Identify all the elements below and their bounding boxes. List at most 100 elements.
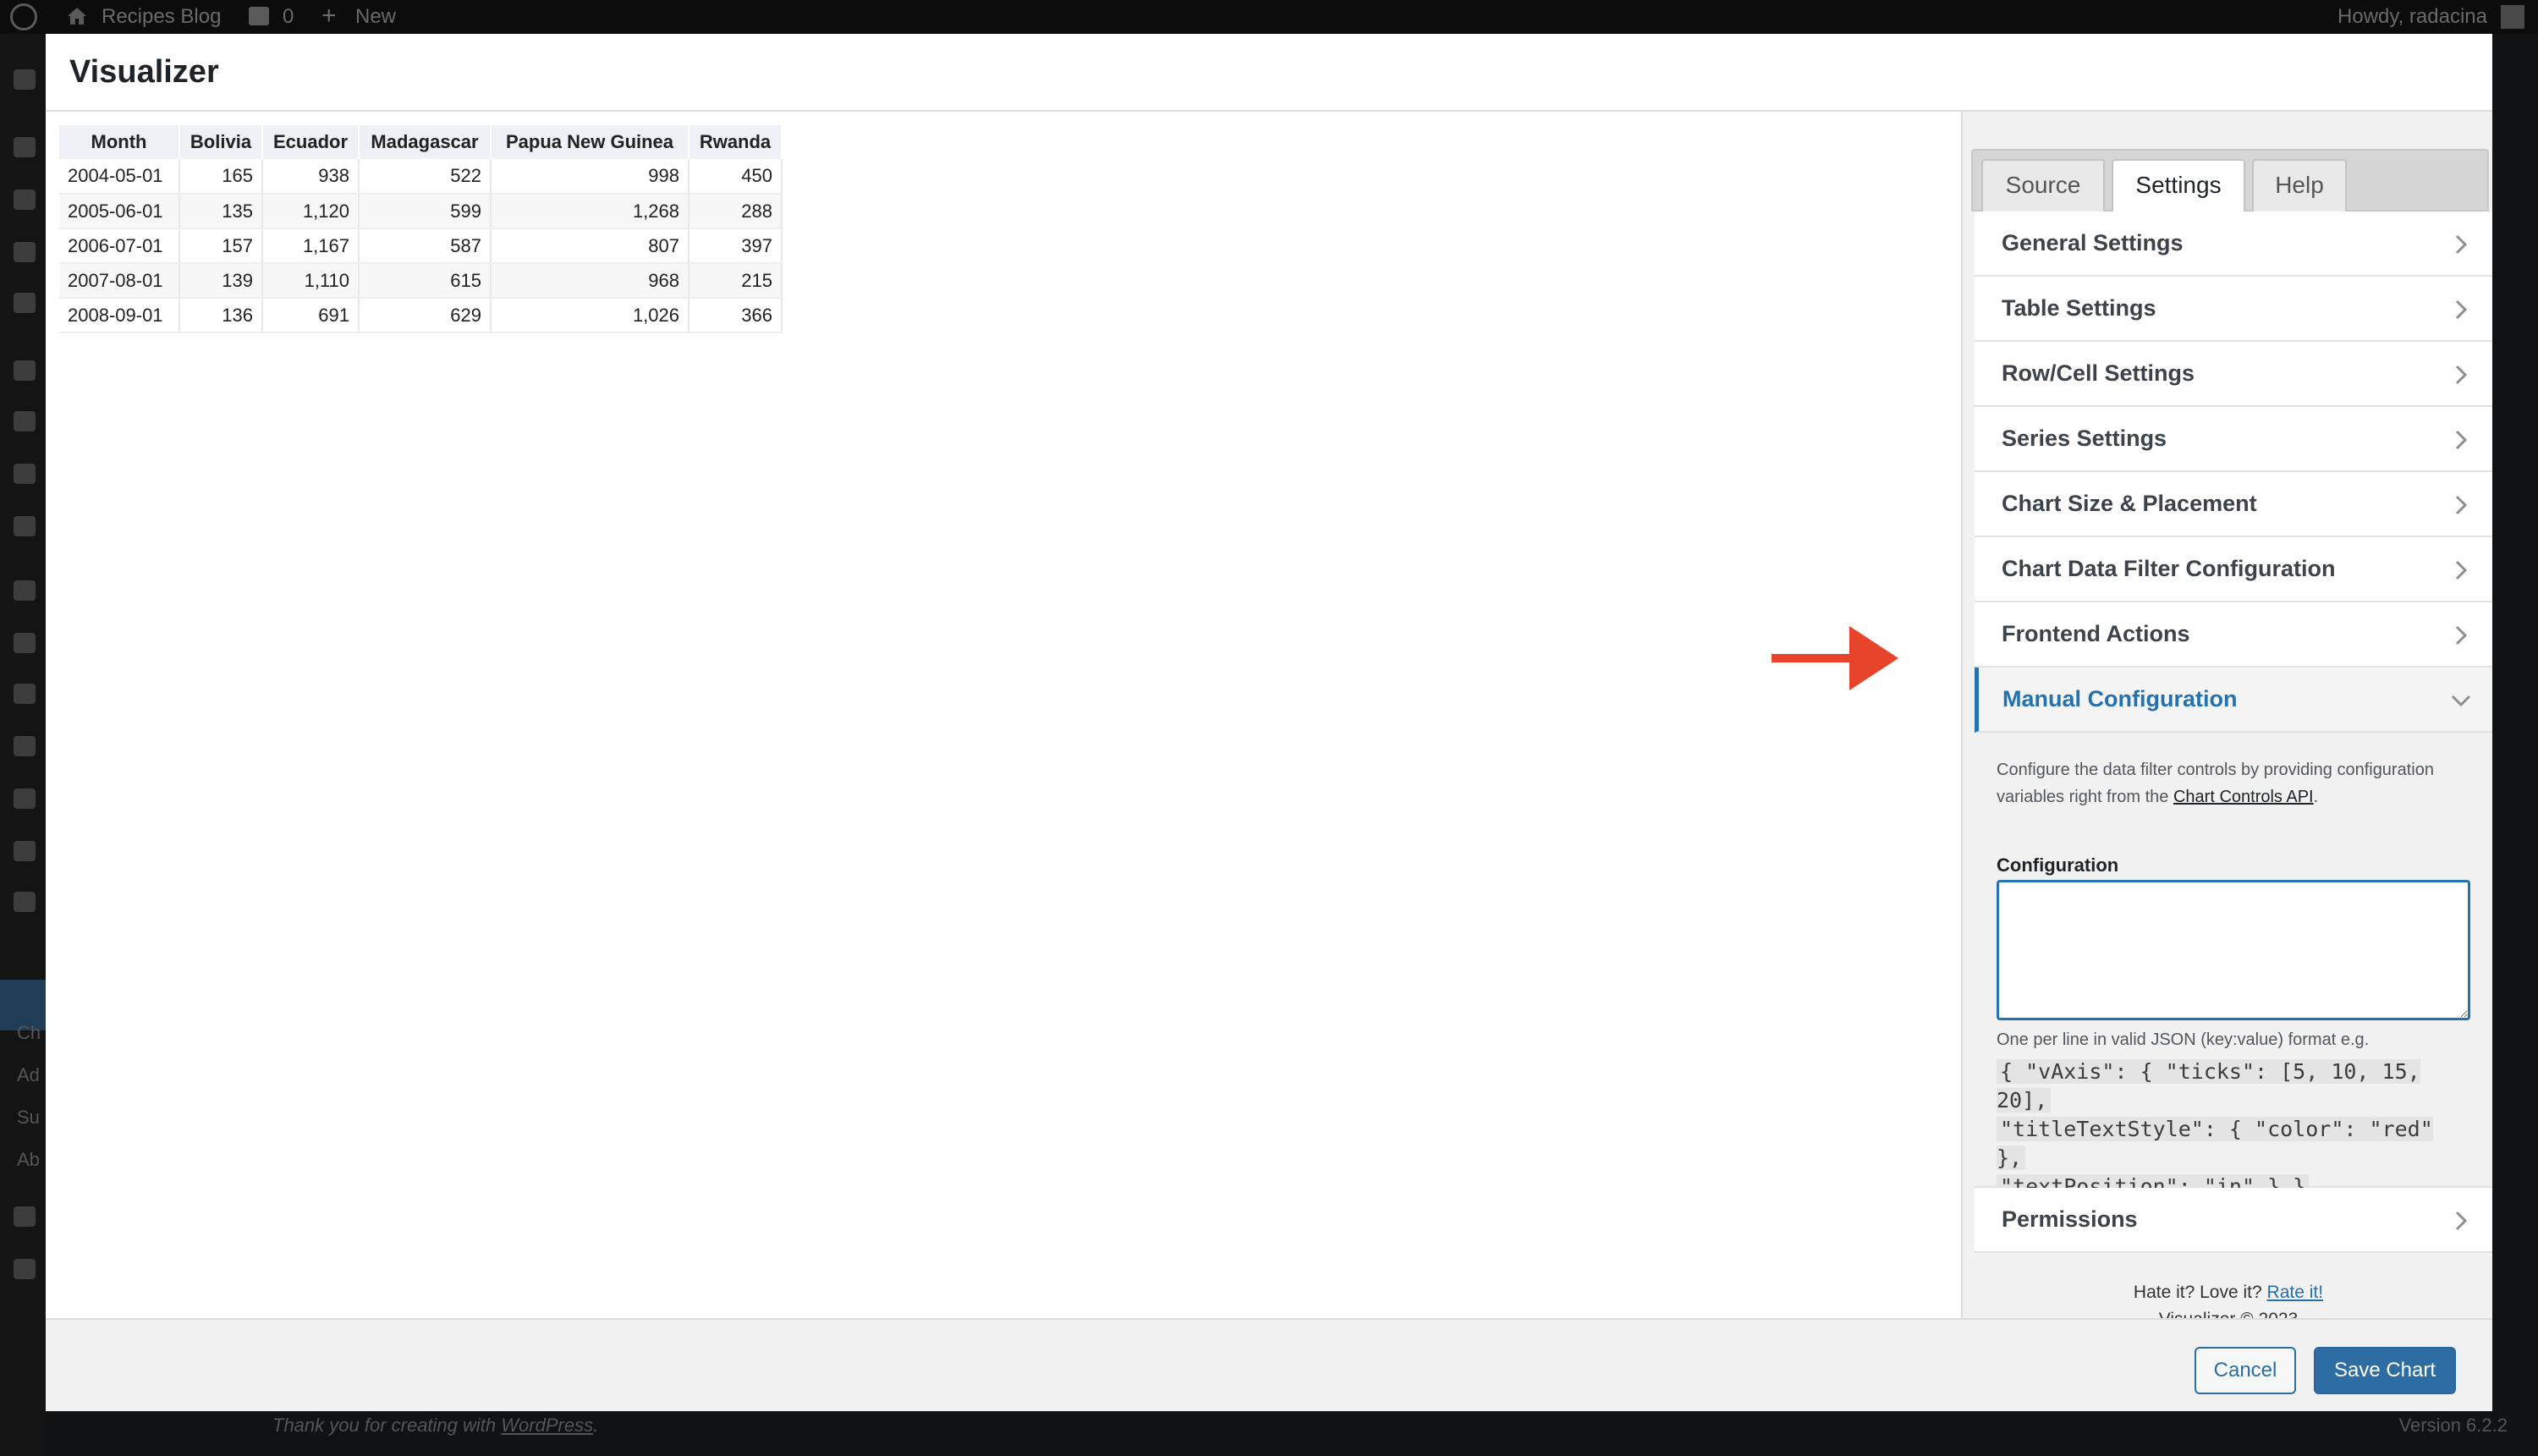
accordion-frontend-actions[interactable]: Frontend Actions [1975,602,2492,668]
column-header[interactable]: Madagascar [359,125,492,159]
chevron-right-icon [2455,495,2468,515]
accessibility-icon[interactable] [14,1206,36,1227]
accordion-permissions[interactable]: Permissions [1975,1188,2492,1253]
chevron-right-icon [2455,365,2468,385]
red-arrow-icon [1772,626,1898,690]
table-cell: 599 [359,194,492,229]
users-icon[interactable] [14,736,36,756]
plugin-n-icon[interactable] [14,580,36,601]
site-name-link[interactable]: Recipes Blog [102,5,221,29]
submenu-item-4[interactable]: Ab [17,1149,40,1171]
column-header[interactable]: Month [59,125,180,159]
accordion-chart-data-filter[interactable]: Chart Data Filter Configuration [1975,537,2492,602]
sidebar-tabs: Source Settings Help [1971,149,2489,213]
submenu-item-1[interactable]: Ch [17,1022,41,1044]
wp-version: Version 6.2.2 [2398,1415,2508,1436]
accordion-row-cell-settings[interactable]: Row/Cell Settings [1975,342,2492,407]
table-cell: 135 [179,194,263,229]
tab-source[interactable]: Source [1981,159,2105,212]
chevron-down-icon [2451,695,2471,707]
table-cell: 157 [179,228,263,264]
accordion-table-settings[interactable]: Table Settings [1975,277,2492,342]
home-icon[interactable] [66,6,88,26]
accordion-label: Row/Cell Settings [2002,360,2195,386]
table-cell: 968 [491,263,689,299]
wifi-icon[interactable] [14,892,36,912]
configuration-textarea[interactable] [1997,880,2470,1020]
comments-icon[interactable] [14,293,36,313]
plugins-icon[interactable] [14,684,36,704]
cancel-button[interactable]: Cancel [2195,1347,2296,1394]
marketing-icon[interactable] [14,516,36,536]
new-content-link[interactable]: New [355,5,396,29]
rate-it-link[interactable]: Rate it! [2267,1283,2324,1302]
accordion-manual-configuration[interactable]: Manual Configuration [1975,668,2492,733]
close-button[interactable] [2414,34,2492,112]
plus-icon[interactable]: + [321,2,337,30]
accordion-general-settings[interactable]: General Settings [1975,212,2492,277]
table-cell: 1,167 [262,228,360,264]
rate-prompt: Hate it? Love it? [2133,1283,2262,1302]
configuration-label: Configuration [1997,854,2119,876]
user-greeting[interactable]: Howdy, radacina [2337,5,2487,29]
tab-settings[interactable]: Settings [2112,159,2245,213]
wordpress-link[interactable]: WordPress [501,1415,593,1436]
settings-icon[interactable] [14,841,36,861]
configuration-example-code: { "vAxis": { "ticks": [5, 10, 15, 20], "… [1997,1058,2453,1201]
analytics-icon[interactable] [14,464,36,484]
table-cell: 288 [689,194,783,229]
table-row: 2007-08-01 139 1,110 615 968 215 [59,263,783,299]
pages-icon[interactable] [14,242,36,262]
settings-sidebar: Source Settings Help General Settings Ta… [1961,112,2492,1329]
posts-icon[interactable] [14,137,36,157]
modal-header: Visualizer [46,34,2492,112]
avatar[interactable] [2501,5,2524,29]
chevron-right-icon [2455,234,2468,255]
table-cell: 2007-08-01 [59,263,180,299]
column-header[interactable]: Bolivia [179,125,263,159]
table-cell: 215 [689,263,783,299]
chevron-right-icon [2455,560,2468,580]
table-row: 2006-07-01 157 1,167 587 807 397 [59,228,783,264]
modal-title: Visualizer [69,54,219,90]
accordion-chart-size-placement[interactable]: Chart Size & Placement [1975,472,2492,537]
manual-configuration-panel: Configure the data filter controls by pr… [1975,733,2492,1199]
tools-icon[interactable] [14,788,36,809]
wp-footer-thanks: Thank you for creating with WordPress. [272,1415,598,1437]
accordion-label: Manual Configuration [2002,686,2238,712]
comment-count[interactable]: 0 [283,5,294,29]
table-cell: 2004-05-01 [59,159,180,195]
products-icon[interactable] [14,411,36,431]
configuration-hint: One per line in valid JSON (key:value) f… [1997,1030,2370,1049]
code-line: "titleTextStyle": { "color": "red" }, [1997,1117,2433,1170]
manual-config-description: Configure the data filter controls by pr… [1997,756,2470,810]
wordpress-logo-icon[interactable] [10,3,37,30]
column-header[interactable]: Papua New Guinea [491,125,689,159]
save-chart-button[interactable]: Save Chart [2314,1347,2456,1394]
table-cell: 165 [179,159,263,195]
table-cell: 629 [359,298,492,333]
table-cell: 615 [359,263,492,299]
tab-help[interactable]: Help [2252,159,2347,212]
column-header[interactable]: Rwanda [689,125,783,159]
table-cell: 366 [689,298,783,333]
table-cell: 2008-09-01 [59,298,180,333]
chart-controls-api-link[interactable]: Chart Controls API [2173,788,2314,806]
footer-thanks-text: Thank you for creating with [272,1415,497,1436]
table-cell: 1,268 [491,194,689,229]
table-cell: 139 [179,263,263,299]
code-line: { "vAxis": { "ticks": [5, 10, 15, 20], [1997,1059,2420,1113]
chevron-right-icon [2455,625,2468,646]
appearance-icon[interactable] [14,633,36,653]
dashboard-icon[interactable] [14,69,36,90]
visualizer-modal: Visualizer Month Bolivia Ecuador Madagas… [46,34,2492,1411]
accordion-series-settings[interactable]: Series Settings [1975,407,2492,472]
media-icon[interactable] [14,190,36,210]
column-header[interactable]: Ecuador [262,125,360,159]
submenu-item-2[interactable]: Ad [17,1064,40,1086]
woocommerce-icon[interactable] [14,360,36,381]
settings-accordion: General Settings Table Settings Row/Cell… [1975,212,2492,1253]
comment-icon[interactable] [249,7,269,25]
collapse-menu-icon[interactable] [14,1259,36,1279]
submenu-item-3[interactable]: Su [17,1107,40,1129]
